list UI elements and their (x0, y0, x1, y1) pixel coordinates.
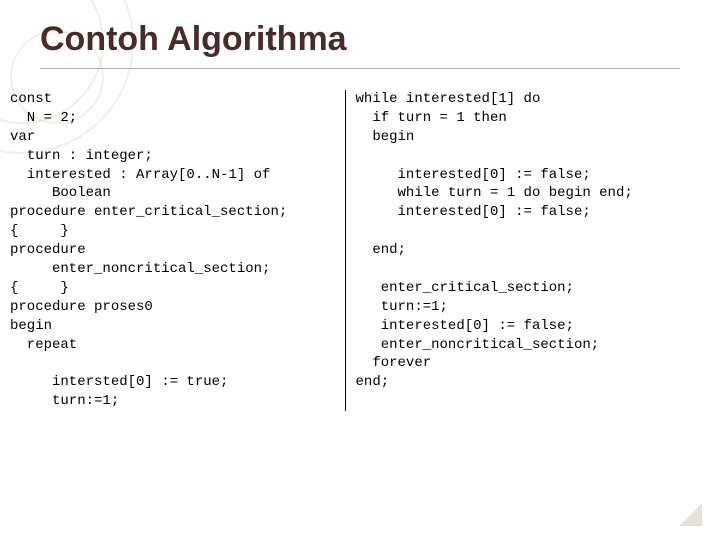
code-columns: const N = 2; var turn : integer; interes… (10, 90, 710, 411)
title-underline (40, 68, 680, 69)
page-corner-fold (680, 504, 702, 526)
code-left: const N = 2; var turn : integer; interes… (10, 90, 345, 411)
code-right: while interested[1] do if turn = 1 then … (346, 90, 710, 411)
slide-title: Contoh Algorithma (40, 20, 347, 59)
